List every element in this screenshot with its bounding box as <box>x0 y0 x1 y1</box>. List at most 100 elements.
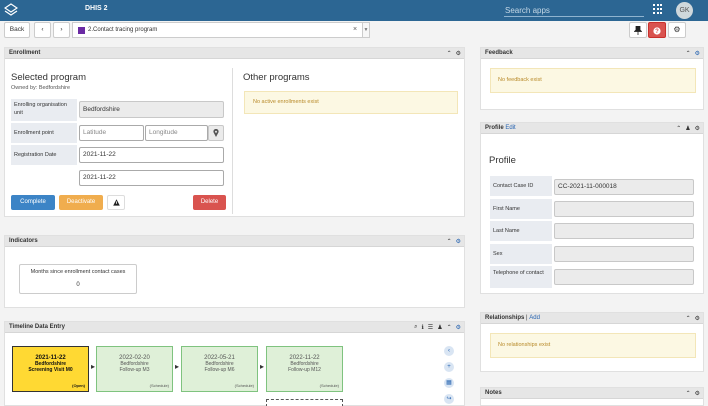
previous-button[interactable]: ‹ <box>34 22 51 38</box>
warning-button[interactable] <box>107 195 125 210</box>
feedback-title: Feedback <box>485 50 513 56</box>
profile-label-first-name: First Name <box>490 199 552 219</box>
indicator-label: Months since enrollment contact cases <box>30 269 126 275</box>
apps-grid-icon[interactable] <box>653 4 663 15</box>
top-bar: DHIS 2 GK <box>0 0 708 21</box>
incident-date-input[interactable]: 2021-11-22 <box>79 170 224 186</box>
profile-label-telephone: Telephone of contact <box>490 266 552 288</box>
timeline-widget: Timeline Data Entry ⌕ ℹ ☰ ♟ ⌃ ⚙ 2021-11-… <box>4 321 465 406</box>
program-selector[interactable]: 2.Contact tracing program × ▼ <box>72 22 370 38</box>
registration-date-input[interactable]: 2021-11-22 <box>79 147 224 163</box>
event-stage: Follow-up M3 <box>119 367 150 373</box>
delete-button[interactable]: Delete <box>193 195 226 210</box>
dhis2-logo-icon[interactable] <box>4 3 18 17</box>
collapse-icon[interactable]: ⌃ <box>686 50 691 57</box>
event-card-1[interactable]: 2022-02-20 Bedfordshire Follow-up M3 (Sc… <box>96 346 173 392</box>
map-marker-icon <box>213 128 219 137</box>
event-stage: Follow-up M12 <box>288 367 321 373</box>
collapse-icon[interactable]: ⌃ <box>686 315 691 322</box>
list-icon[interactable]: ☰ <box>428 324 433 331</box>
clear-program-icon[interactable]: × <box>353 26 357 33</box>
pin-icon <box>633 25 643 35</box>
gear-icon[interactable]: ⚙ <box>695 390 700 397</box>
owned-by-text: Owned by: Bedfordshire <box>11 85 71 91</box>
notes-widget: Notes ⌃ ⚙ <box>480 387 704 406</box>
event-status: (Open) <box>72 383 85 388</box>
deactivate-button[interactable]: Deactivate <box>59 195 103 210</box>
timeline-title: Timeline Data Entry <box>9 324 65 330</box>
pin-button[interactable] <box>629 22 647 38</box>
refer-icon[interactable]: ↪ <box>444 394 454 404</box>
event-card-2[interactable]: 2022-05-21 Bedfordshire Follow-up M6 (Sc… <box>181 346 258 392</box>
event-status: (Schedule) <box>149 383 169 388</box>
info-icon[interactable]: ℹ <box>422 324 424 331</box>
selected-program-heading: Selected program <box>11 72 86 83</box>
profile-heading: Profile <box>489 155 516 166</box>
search-apps-input[interactable] <box>504 4 644 17</box>
program-selector-label: 2.Contact tracing program <box>88 27 158 33</box>
avatar[interactable]: GK <box>676 2 693 19</box>
warning-icon <box>112 199 120 206</box>
next-button[interactable]: › <box>53 22 70 38</box>
chevron-right-icon: › <box>60 26 63 33</box>
gear-icon[interactable]: ⚙ <box>456 238 461 245</box>
feedback-header: Feedback ⌃ ⚙ <box>481 48 703 59</box>
indicators-title: Indicators <box>9 238 38 244</box>
person-icon[interactable]: ♟ <box>437 324 442 331</box>
profile-widget: Profile Edit ⌃ ♟ ⚙ Profile Contact Case … <box>480 122 704 294</box>
indicator-card: Months since enrollment contact cases 0 <box>19 264 137 294</box>
profile-header: Profile Edit ⌃ ♟ ⚙ <box>481 123 703 134</box>
gear-icon[interactable]: ⚙ <box>456 50 461 57</box>
collapse-icon[interactable]: ⌃ <box>447 50 452 57</box>
search-icon[interactable]: ⌕ <box>414 324 417 331</box>
feedback-widget: Feedback ⌃ ⚙ No feedback exist <box>480 47 704 110</box>
new-event-placeholder[interactable] <box>266 399 343 406</box>
other-programs-heading: Other programs <box>243 72 310 83</box>
gear-icon[interactable]: ⚙ <box>695 315 700 322</box>
event-status: (Schedule) <box>319 383 339 388</box>
program-color-swatch <box>78 27 85 34</box>
gear-icon[interactable]: ⚙ <box>456 324 461 331</box>
gear-icon[interactable]: ⚙ <box>695 50 700 57</box>
profile-label-last-name: Last Name <box>490 221 552 241</box>
title-separator: | <box>526 315 528 321</box>
registration-date-label: Registration Date <box>11 145 77 165</box>
map-marker-button[interactable] <box>208 125 224 141</box>
svg-text:?: ? <box>655 29 659 35</box>
sex-field <box>554 246 694 262</box>
calendar-icon[interactable]: ▦ <box>444 378 454 388</box>
collapse-icon[interactable]: ⌃ <box>686 390 691 397</box>
profile-title: Profile <box>485 125 504 131</box>
collapse-icon[interactable]: ⌃ <box>447 324 452 331</box>
event-card-0[interactable]: 2021-11-22 Bedfordshire Screening Visit … <box>12 346 89 392</box>
arrow-right-icon: ▸ <box>91 362 96 371</box>
longitude-input[interactable]: Longitude <box>145 125 208 141</box>
column-divider <box>232 68 233 214</box>
back-button[interactable]: Back <box>4 22 30 38</box>
collapse-icon[interactable]: ⌃ <box>676 125 681 132</box>
add-icon[interactable]: + <box>444 362 454 372</box>
gear-icon[interactable]: ⚙ <box>695 125 700 132</box>
latitude-input[interactable]: Latitude <box>79 125 144 141</box>
collapse-icon[interactable]: ⌃ <box>447 238 452 245</box>
settings-button[interactable]: ⚙ <box>668 22 686 38</box>
event-stage: Screening Visit M0 <box>28 367 73 373</box>
person-icon[interactable]: ♟ <box>685 125 690 132</box>
enrollment-point-label: Enrollment point <box>11 123 77 143</box>
chevron-left-icon: ‹ <box>41 26 44 33</box>
first-name-field <box>554 201 694 217</box>
enrolling-unit-label: Enrolling organisation unit <box>11 99 77 121</box>
complete-button[interactable]: Complete <box>11 195 55 210</box>
chevron-left-icon[interactable]: ‹ <box>444 346 454 356</box>
profile-edit-link[interactable]: Edit <box>505 125 515 131</box>
chevron-down-icon[interactable]: ▼ <box>362 23 369 37</box>
profile-label-contact-case-id: Contact Case ID <box>490 176 552 196</box>
enrollment-widget: Enrollment ⌃ ⚙ Selected program Owned by:… <box>4 47 465 217</box>
add-relationship-link[interactable]: Add <box>529 315 540 321</box>
help-button[interactable]: ? <box>648 22 666 38</box>
arrow-right-icon: ▸ <box>175 362 180 371</box>
event-card-3[interactable]: 2022-11-22 Bedfordshire Follow-up M12 (S… <box>266 346 343 392</box>
profile-label-sex: Sex <box>490 244 552 264</box>
indicator-value: 0 <box>76 282 80 288</box>
enrollment-header: Enrollment ⌃ ⚙ <box>5 48 464 59</box>
